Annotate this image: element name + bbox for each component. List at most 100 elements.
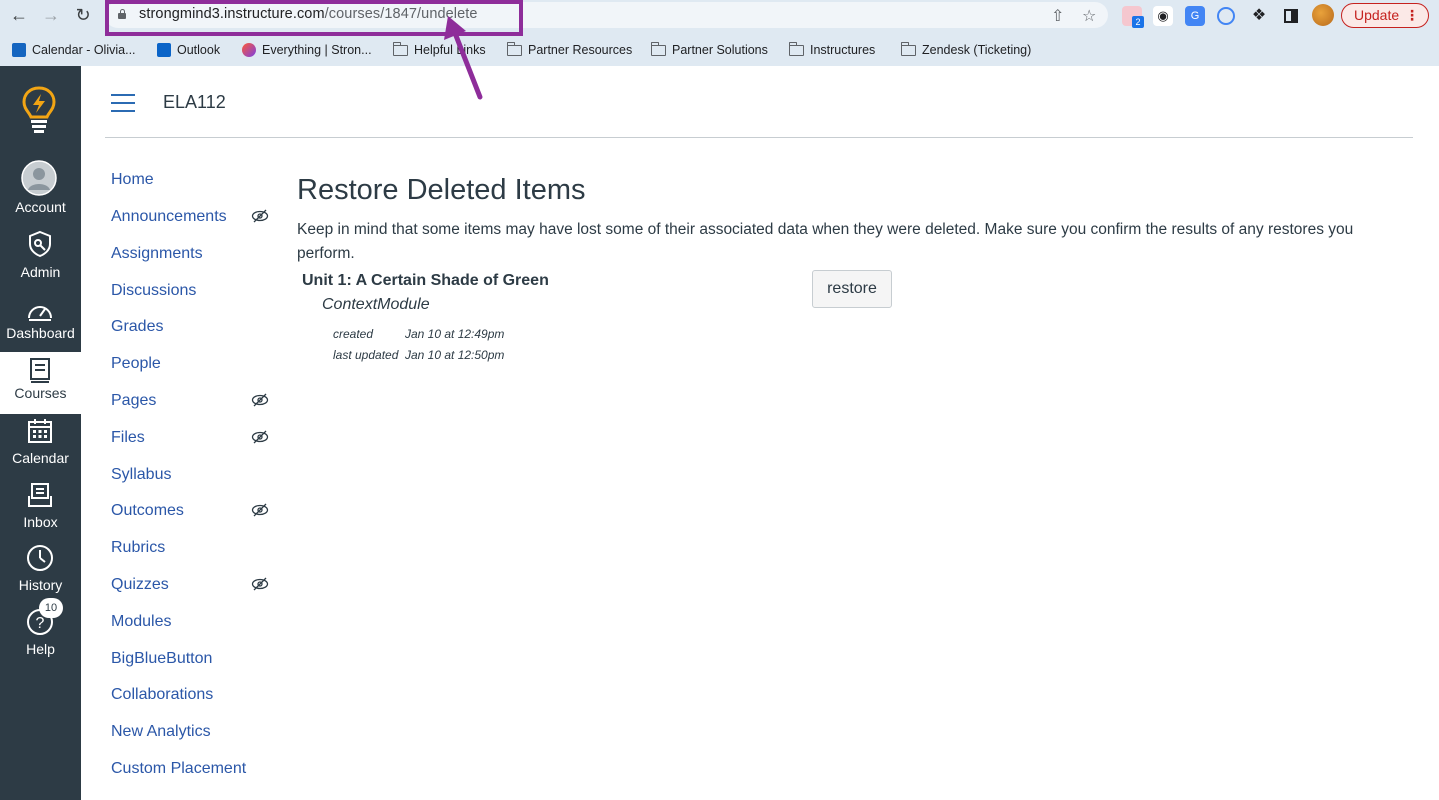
course-nav-people[interactable]: People (111, 355, 281, 385)
bookmark-label: Partner Resources (528, 43, 633, 57)
course-nav-discussions[interactable]: Discussions (111, 282, 281, 312)
more-vert-icon[interactable]: ⋮ (1405, 4, 1419, 26)
bookmark-folder[interactable]: Instructures (788, 41, 876, 59)
folder-icon (392, 41, 408, 56)
extension-pink-icon[interactable]: 2 (1122, 6, 1144, 28)
global-nav-calendar[interactable]: Calendar (0, 416, 81, 478)
dashboard-icon (28, 306, 52, 321)
global-nav-admin[interactable]: Admin (0, 228, 81, 290)
course-nav-custom-placement[interactable]: Custom Placement (111, 760, 281, 790)
global-nav-inbox[interactable]: Inbox (0, 480, 81, 542)
bookmark-item[interactable]: Everything | Stron... (242, 41, 372, 59)
calendar-favicon (12, 43, 26, 57)
course-nav-pages[interactable]: Pages (111, 392, 281, 422)
puzzle-extensions-icon[interactable]: ❖ (1249, 6, 1269, 26)
course-nav-label: Pages (111, 392, 157, 409)
back-arrow-icon[interactable]: ← (8, 5, 30, 25)
course-nav-home[interactable]: Home (111, 171, 281, 201)
bookmark-label: Instructures (810, 43, 876, 57)
course-nav-new-analytics[interactable]: New Analytics (111, 723, 281, 753)
global-nav-history[interactable]: History (0, 543, 81, 605)
bookmark-folder[interactable]: Partner Resources (506, 41, 633, 59)
outlook-favicon (157, 43, 171, 57)
reload-icon[interactable]: ↻ (72, 5, 94, 25)
global-nav-account[interactable]: Account (0, 156, 81, 218)
course-nav-outcomes[interactable]: Outcomes (111, 502, 281, 532)
global-nav-label: Inbox (23, 514, 58, 530)
created-value: Jan 10 at 12:49pm (405, 327, 505, 341)
course-nav-label: Outcomes (111, 502, 184, 519)
course-nav-label: Home (111, 171, 154, 188)
course-nav-label: Grades (111, 318, 164, 335)
bookmark-label: Outlook (177, 43, 221, 57)
updated-row: last updated Jan 10 at 12:50pm (333, 348, 504, 362)
bookmark-label: Everything | Stron... (262, 43, 372, 57)
course-nav-label: Announcements (111, 208, 227, 225)
extension-badge: 2 (1132, 16, 1144, 28)
global-nav-help[interactable]: ? 10 Help (0, 598, 81, 669)
folder-icon (650, 41, 666, 56)
course-nav-label: Files (111, 429, 145, 446)
restore-button[interactable]: restore (812, 270, 892, 308)
created-row: created Jan 10 at 12:49pm (333, 327, 504, 341)
strongmind-logo-icon[interactable] (22, 86, 56, 134)
deleted-item-type: ContextModule (322, 296, 430, 313)
eye-off-icon (251, 503, 269, 517)
sidepanel-icon[interactable] (1281, 6, 1301, 26)
strongmind-favicon (242, 43, 256, 57)
profile-avatar[interactable] (1312, 4, 1334, 26)
ring-extension-icon[interactable] (1217, 7, 1235, 25)
course-nav-label: People (111, 355, 161, 372)
course-nav-label: Discussions (111, 282, 197, 299)
intro-text: Keep in mind that some items may have lo… (297, 221, 1354, 262)
help-badge: 10 (39, 598, 63, 618)
global-nav-label: Courses (14, 385, 67, 401)
avatar-icon (21, 160, 57, 196)
deleted-item-title: Unit 1: A Certain Shade of Green (302, 272, 549, 289)
course-nav-label: Custom Placement (111, 760, 247, 777)
bookmark-item[interactable]: Outlook (157, 41, 220, 59)
global-nav-label: Help (26, 641, 55, 657)
course-nav-bigbluebutton[interactable]: BigBlueButton (111, 650, 281, 680)
global-nav-label: Account (15, 199, 66, 215)
bookmark-item[interactable]: Calendar - Olivia... (12, 41, 136, 59)
course-nav-label: Collaborations (111, 686, 214, 703)
course-nav-label: Syllabus (111, 466, 172, 483)
course-nav-assignments[interactable]: Assignments (111, 245, 281, 275)
course-nav-label: Rubrics (111, 539, 166, 556)
bookmark-folder[interactable]: Partner Solutions (650, 41, 768, 59)
calendar-icon (28, 419, 52, 443)
course-title[interactable]: ELA112 (163, 92, 226, 113)
bookmark-label: Partner Solutions (672, 43, 768, 57)
bookmark-folder[interactable]: Zendesk (Ticketing) (900, 41, 1031, 59)
share-icon[interactable]: ⇧ (1051, 6, 1064, 26)
folder-icon (900, 41, 916, 56)
course-nav-collaborations[interactable]: Collaborations (111, 686, 281, 716)
course-nav-grades[interactable]: Grades (111, 318, 281, 348)
incognito-extension-icon[interactable]: ◉ (1153, 6, 1173, 26)
course-nav-syllabus[interactable]: Syllabus (111, 466, 281, 496)
course-nav-label: New Analytics (111, 723, 211, 740)
eye-off-icon (251, 577, 269, 591)
course-nav-label: BigBlueButton (111, 650, 213, 667)
annotation-arrow-icon (444, 16, 483, 100)
course-nav-announcements[interactable]: Announcements (111, 208, 281, 238)
course-nav-files[interactable]: Files (111, 429, 281, 459)
updated-value: Jan 10 at 12:50pm (405, 348, 505, 362)
created-label: created (333, 327, 374, 341)
translate-extension-icon[interactable]: G (1185, 6, 1205, 26)
course-nav-modules[interactable]: Modules (111, 613, 281, 643)
course-nav-rubrics[interactable]: Rubrics (111, 539, 281, 569)
course-nav-quizzes[interactable]: Quizzes (111, 576, 281, 606)
global-nav-courses[interactable]: Courses (0, 352, 81, 414)
update-button[interactable]: Update ⋮ (1341, 3, 1429, 28)
bookmark-star-icon[interactable]: ☆ (1082, 6, 1096, 26)
page-title: Restore Deleted Items (297, 174, 586, 206)
global-navigation: Account Admin Dashboard Courses Calendar… (0, 66, 81, 800)
global-nav-dashboard[interactable]: Dashboard (0, 294, 81, 356)
forward-arrow-icon[interactable]: → (40, 5, 62, 25)
eye-off-icon (251, 393, 269, 407)
hamburger-menu-icon[interactable] (111, 94, 135, 112)
svg-text:?: ? (36, 615, 45, 632)
header-divider (105, 137, 1413, 138)
